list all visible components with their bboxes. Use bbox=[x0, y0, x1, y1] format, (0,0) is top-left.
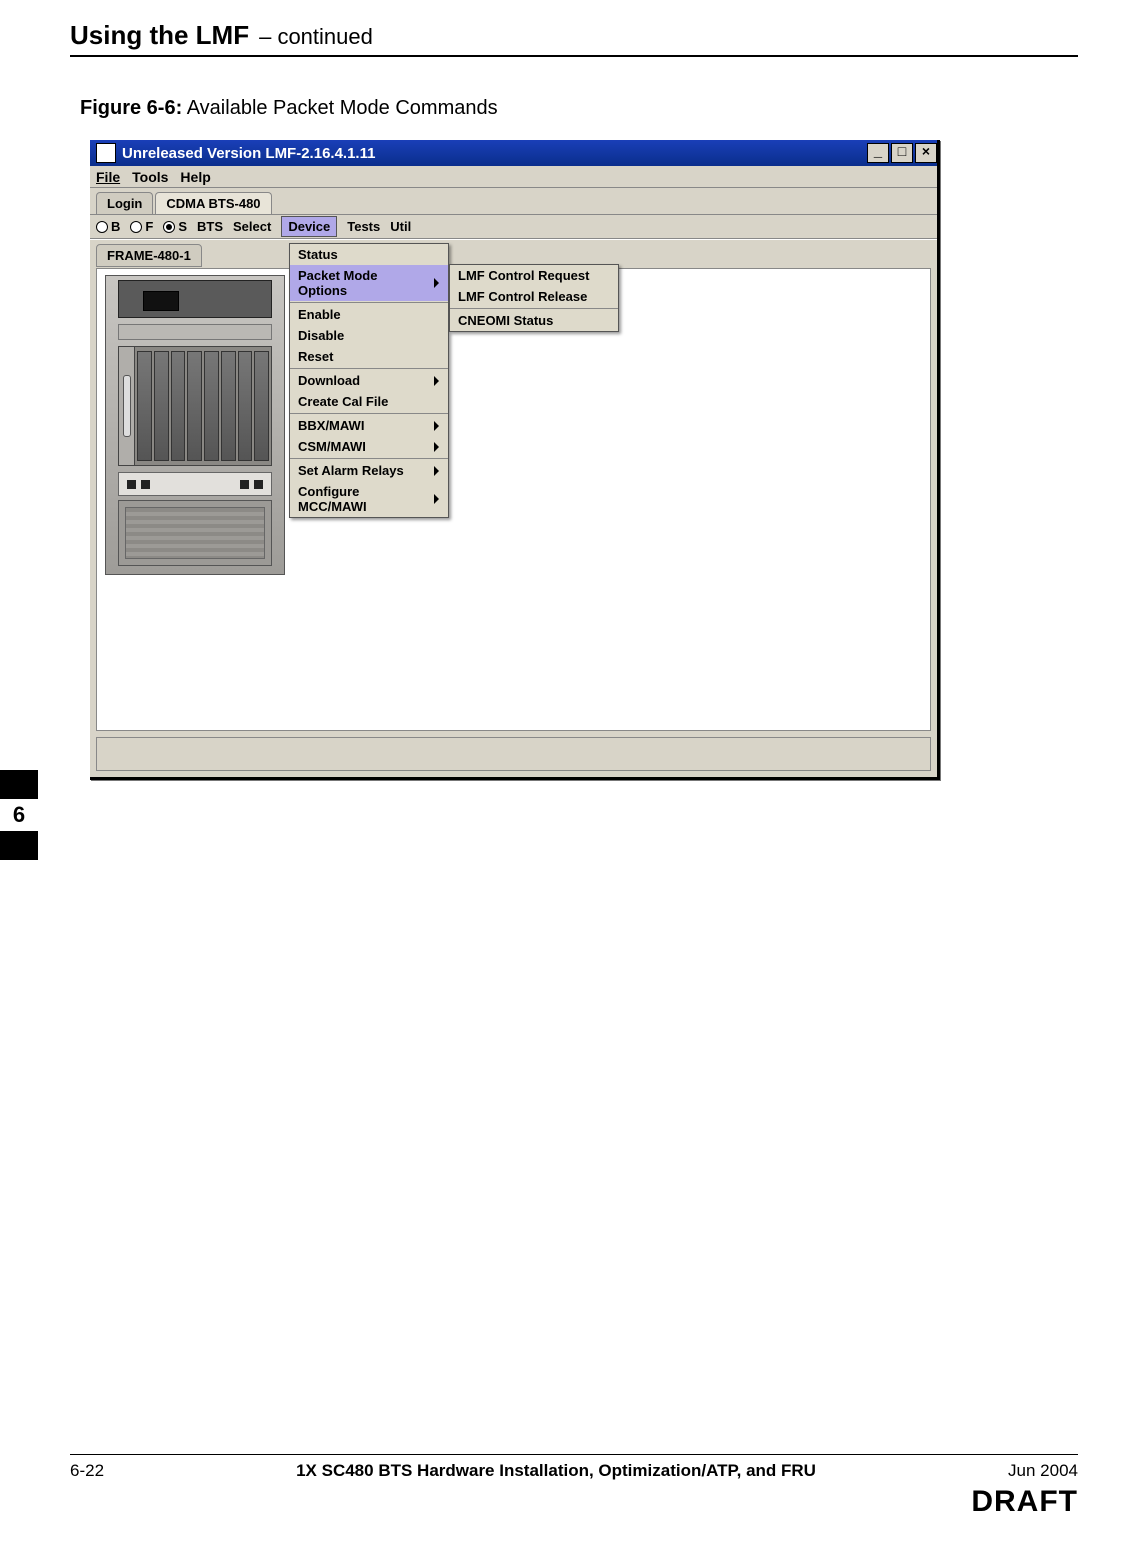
continued-indicator: – continued bbox=[259, 24, 373, 50]
chevron-right-icon bbox=[434, 421, 444, 431]
tab-cdma[interactable]: CDMA BTS-480 bbox=[155, 192, 271, 214]
chapter-tab: 6 bbox=[0, 770, 38, 860]
toolbar-util[interactable]: Util bbox=[390, 219, 411, 234]
frame-canvas: GLI3 MCC BBX Status Packet Mode Options … bbox=[96, 268, 931, 731]
rack-display bbox=[143, 291, 179, 311]
page-footer: 6-22 1X SC480 BTS Hardware Installation,… bbox=[70, 1446, 1078, 1519]
frame-tab[interactable]: FRAME-480-1 bbox=[96, 244, 202, 267]
chevron-right-icon bbox=[434, 442, 444, 452]
board[interactable] bbox=[238, 351, 253, 461]
toolbar-select[interactable]: Select bbox=[233, 219, 271, 234]
page-number: 6-22 bbox=[70, 1461, 104, 1481]
figure-caption: Figure 6-6: Available Packet Mode Comman… bbox=[80, 97, 1078, 120]
close-button[interactable]: × bbox=[915, 143, 937, 163]
tab-login[interactable]: Login bbox=[96, 192, 153, 214]
title-bar[interactable]: Unreleased Version LMF-2.16.4.1.11 _ □ × bbox=[90, 140, 937, 166]
chevron-right-icon bbox=[434, 278, 444, 288]
menu-item-csm-mawi[interactable]: CSM/MAWI bbox=[290, 436, 448, 457]
menu-help[interactable]: Help bbox=[180, 169, 210, 185]
radio-s[interactable]: S bbox=[163, 219, 187, 234]
rack-card-cage bbox=[118, 346, 272, 466]
toolbar-device[interactable]: Device bbox=[281, 216, 337, 237]
board[interactable] bbox=[154, 351, 169, 461]
toolbar: B F S BTS Select Device Tests Util bbox=[90, 215, 937, 239]
board[interactable] bbox=[221, 351, 236, 461]
menu-tools[interactable]: Tools bbox=[132, 169, 168, 185]
menu-item-configure-mcc[interactable]: Configure MCC/MAWI bbox=[290, 481, 448, 517]
chapter-number: 6 bbox=[0, 797, 38, 833]
app-window: Unreleased Version LMF-2.16.4.1.11 _ □ ×… bbox=[90, 140, 940, 780]
board[interactable] bbox=[187, 351, 202, 461]
menu-item-packet-mode[interactable]: Packet Mode Options bbox=[290, 265, 448, 301]
section-header: Using the LMF – continued bbox=[70, 20, 1078, 51]
toolbar-bts[interactable]: BTS bbox=[197, 219, 223, 234]
menu-item-set-alarm[interactable]: Set Alarm Relays bbox=[290, 460, 448, 481]
submenu-lmf-control-request[interactable]: LMF Control Request bbox=[450, 265, 618, 286]
rack-handle bbox=[119, 347, 135, 465]
radio-f[interactable]: F bbox=[130, 219, 153, 234]
radio-b[interactable]: B bbox=[96, 219, 120, 234]
submenu-cneomi-status[interactable]: CNEOMI Status bbox=[450, 310, 618, 331]
chevron-right-icon bbox=[434, 494, 444, 504]
menu-item-enable[interactable]: Enable bbox=[290, 304, 448, 325]
board[interactable] bbox=[137, 351, 152, 461]
main-tabs: Login CDMA BTS-480 bbox=[90, 188, 937, 215]
header-rule bbox=[70, 55, 1078, 57]
equipment-rack[interactable] bbox=[105, 275, 285, 575]
board[interactable] bbox=[204, 351, 219, 461]
chevron-right-icon bbox=[434, 376, 444, 386]
menu-item-bbx-mawi[interactable]: BBX/MAWI bbox=[290, 415, 448, 436]
client-area: FRAME-480-1 bbox=[90, 239, 937, 777]
doc-title: 1X SC480 BTS Hardware Installation, Opti… bbox=[104, 1461, 1008, 1481]
menu-item-create-cal[interactable]: Create Cal File bbox=[290, 391, 448, 412]
rack-strip bbox=[118, 324, 272, 340]
rack-top-panel bbox=[118, 280, 272, 318]
menu-item-reset[interactable]: Reset bbox=[290, 346, 448, 367]
board[interactable] bbox=[171, 351, 186, 461]
figure-caption-text: Available Packet Mode Commands bbox=[187, 97, 498, 119]
menu-item-download[interactable]: Download bbox=[290, 370, 448, 391]
rack-io-panel bbox=[118, 472, 272, 496]
submenu-lmf-control-release[interactable]: LMF Control Release bbox=[450, 286, 618, 307]
menu-item-status[interactable]: Status bbox=[290, 244, 448, 265]
board[interactable] bbox=[254, 351, 269, 461]
device-menu: Status Packet Mode Options Enable Disabl… bbox=[289, 243, 449, 518]
minimize-button[interactable]: _ bbox=[867, 143, 889, 163]
maximize-button[interactable]: □ bbox=[891, 143, 913, 163]
chevron-right-icon bbox=[434, 466, 444, 476]
figure-label: Figure 6-6: bbox=[80, 97, 182, 119]
rack-boards bbox=[135, 347, 271, 465]
menu-item-disable[interactable]: Disable bbox=[290, 325, 448, 346]
menu-bar: File Tools Help bbox=[90, 166, 937, 188]
packet-mode-submenu: LMF Control Request LMF Control Release … bbox=[449, 264, 619, 332]
footer-rule bbox=[70, 1454, 1078, 1455]
doc-date: Jun 2004 bbox=[1008, 1461, 1078, 1481]
toolbar-tests[interactable]: Tests bbox=[347, 219, 380, 234]
window-title: Unreleased Version LMF-2.16.4.1.11 bbox=[122, 145, 865, 162]
draft-stamp: DRAFT bbox=[70, 1485, 1078, 1519]
app-icon bbox=[96, 143, 116, 163]
section-title: Using the LMF bbox=[70, 20, 249, 51]
rack-tray bbox=[118, 500, 272, 566]
menu-file[interactable]: File bbox=[96, 169, 120, 185]
status-bar bbox=[96, 737, 931, 771]
